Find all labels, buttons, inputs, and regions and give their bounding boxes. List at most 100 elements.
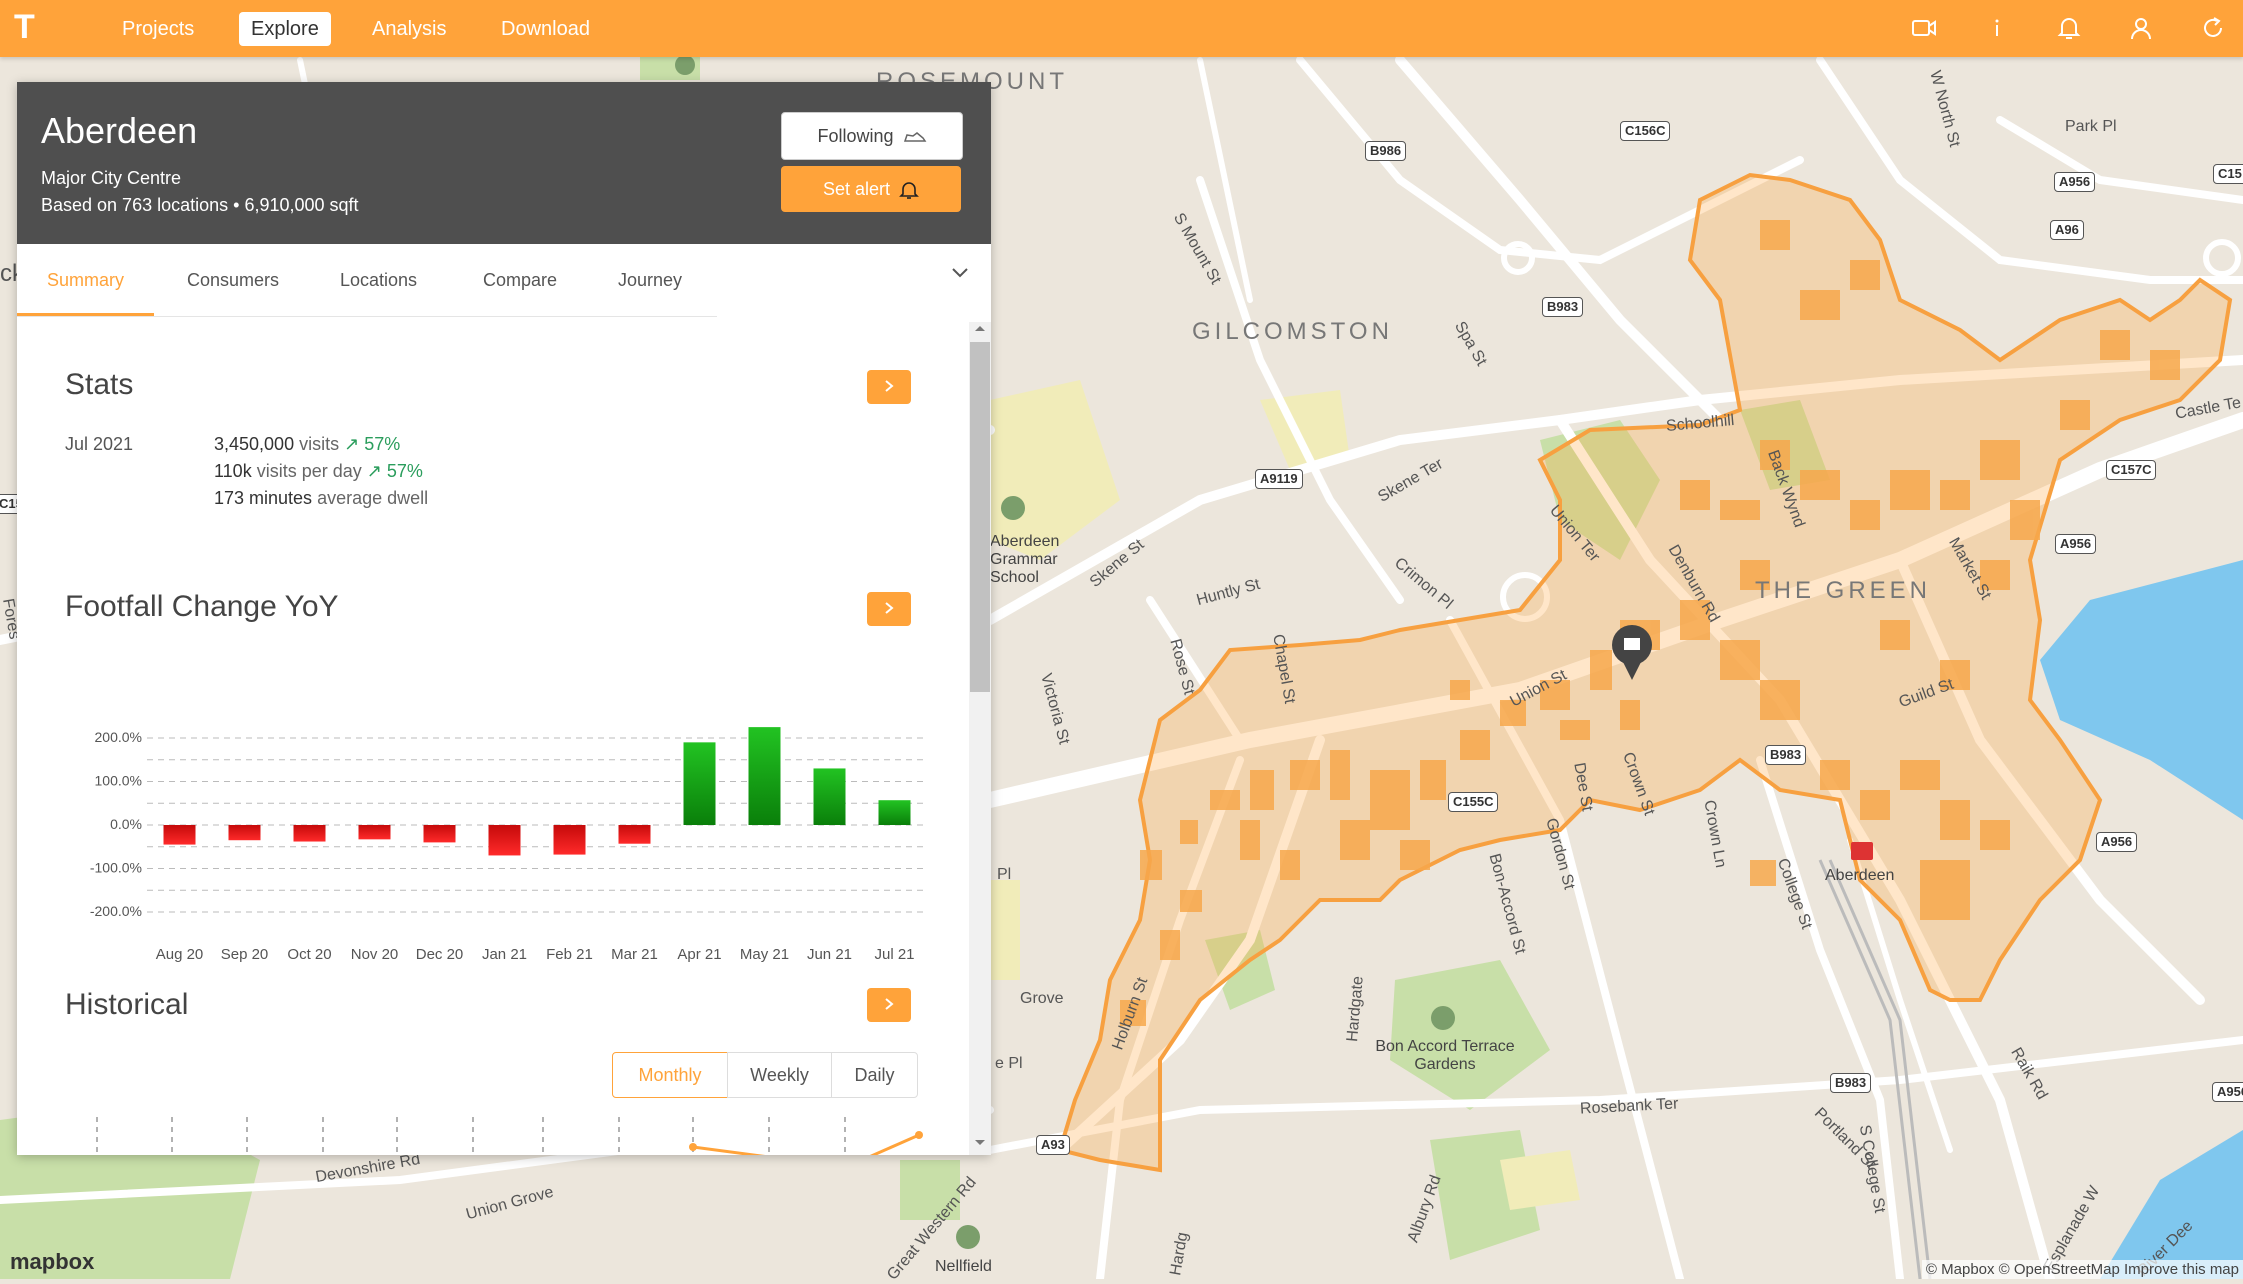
poi-label-gardens: Bon Accord Terrace Gardens [1375, 1038, 1515, 1073]
x-tick-label: Apr 21 [677, 946, 721, 963]
road-shield: A956 [2055, 534, 2097, 554]
bell-icon [899, 182, 919, 200]
bell-icon[interactable] [2055, 14, 2083, 42]
road-shield: A9119 [1255, 469, 1303, 489]
stats-go-button[interactable] [867, 370, 911, 404]
x-tick-label: Aug 20 [156, 946, 204, 963]
nav-projects[interactable]: Projects [110, 12, 206, 46]
y-tick-label: -200.0% [90, 903, 142, 919]
place-title: Aberdeen [41, 110, 198, 151]
road-shield: B983 [1830, 1073, 1872, 1093]
footfall-bar[interactable] [293, 825, 326, 842]
mode-monthly-button[interactable]: Monthly [612, 1052, 728, 1098]
per-day-label: visits per day [256, 461, 362, 481]
x-tick-label: Dec 20 [416, 946, 464, 963]
nav-analysis[interactable]: Analysis [360, 12, 458, 46]
map-attribution[interactable]: © Mapbox © OpenStreetMap Improve this ma… [1921, 1260, 2243, 1279]
info-icon[interactable] [1983, 14, 2011, 42]
footfall-bar[interactable] [748, 727, 781, 825]
x-tick-label: Oct 20 [287, 946, 331, 963]
place-basis: Based on 763 locations • 6,910,000 sqft [41, 195, 359, 215]
scrollbar-thumb[interactable] [970, 342, 990, 692]
stat-dwell: 173 minutes average dwell [214, 488, 428, 509]
poi-label-school: Aberdeen Grammar School [990, 533, 1060, 586]
footfall-bar[interactable] [358, 825, 391, 840]
per-day-value: 110k [214, 461, 252, 481]
stats-date: Jul 2021 [65, 434, 134, 454]
footfall-bar[interactable] [423, 825, 456, 843]
scroll-down-icon[interactable] [972, 1137, 988, 1149]
stat-visits: 3,450,000 visits ↗ 57% [214, 434, 400, 455]
dwell-label: average dwell [317, 488, 429, 508]
road-shield: B983 [1542, 297, 1584, 317]
footfall-go-button[interactable] [867, 592, 911, 626]
x-tick-label: Nov 20 [351, 946, 399, 963]
footfall-bar[interactable] [163, 825, 196, 845]
app-logo[interactable]: T [14, 8, 35, 47]
x-tick-label: Jun 21 [807, 946, 852, 963]
set-alert-button[interactable]: Set alert [781, 166, 961, 212]
user-icon[interactable] [2127, 14, 2155, 42]
footfall-chart: 200.0% 100.0% 0.0% -100.0% -200.0% Aug 20 Sep … [90, 727, 927, 963]
road-shield: C156C [1620, 121, 1671, 141]
district-label-gilcomston: GILCOMSTON [1192, 318, 1393, 345]
footfall-bar[interactable] [228, 825, 261, 841]
dwell-value: 173 minutes [214, 488, 313, 508]
chevron-down-icon[interactable] [948, 260, 972, 284]
visits-value: 3,450,000 [214, 434, 295, 454]
historical-chart [96, 1117, 923, 1155]
x-tick-label: Feb 21 [546, 946, 593, 963]
refresh-icon[interactable] [2199, 14, 2227, 42]
road-shield: C155C [1448, 792, 1499, 812]
y-tick-label: 0.0% [110, 816, 142, 832]
y-tick-label: 100.0% [95, 773, 142, 789]
footfall-bar[interactable] [553, 825, 586, 855]
stats-title: Stats [65, 368, 134, 401]
place-subtitle: Major City Centre [41, 168, 182, 188]
video-icon[interactable] [1910, 14, 1938, 42]
top-navigation-bar: T Projects Explore Analysis Download [0, 0, 2243, 57]
following-button[interactable]: Following [781, 112, 963, 160]
panel-header: Aberdeen Major City Centre Based on 763 … [17, 82, 991, 244]
street-label: e Pl [995, 1055, 1023, 1072]
historical-title: Historical [65, 988, 189, 1021]
street-label: Park Pl [2065, 118, 2117, 135]
chevron-right-icon [885, 602, 894, 614]
footfall-bar[interactable] [813, 768, 846, 825]
per-day-change: ↗ 57% [366, 461, 423, 481]
footfall-bar[interactable] [488, 825, 521, 856]
historical-go-button[interactable] [867, 988, 911, 1022]
scroll-up-icon[interactable] [972, 322, 988, 334]
x-tick-label: Jan 21 [482, 946, 527, 963]
district-label-the-green: THE GREEN [1755, 577, 1932, 604]
tab-journey[interactable]: Journey [588, 244, 712, 316]
x-tick-label: Mar 21 [611, 946, 658, 963]
street-label: Pl [997, 866, 1012, 883]
tab-consumers[interactable]: Consumers [157, 244, 309, 316]
mode-daily-button[interactable]: Daily [831, 1052, 918, 1098]
tab-summary[interactable]: Summary [17, 244, 155, 316]
footfall-bar[interactable] [683, 742, 716, 825]
poi-label-nellfield: Nellfield [935, 1258, 992, 1275]
visits-label: visits [299, 434, 340, 454]
panel-tabs: Summary Consumers Locations Compare Jour… [17, 244, 717, 317]
nav-explore[interactable]: Explore [239, 12, 331, 46]
mapbox-logo[interactable]: mapbox [10, 1249, 94, 1275]
road-shield: A93 [1036, 1135, 1070, 1155]
tab-locations[interactable]: Locations [310, 244, 447, 316]
following-label: Following [817, 126, 894, 146]
location-panel: Aberdeen Major City Centre Based on 763 … [17, 82, 991, 1155]
nav-download[interactable]: Download [489, 12, 602, 46]
sneaker-icon [903, 132, 926, 142]
road-shield: A956 [2096, 832, 2138, 852]
y-tick-label: 200.0% [95, 729, 142, 745]
mode-weekly-button[interactable]: Weekly [727, 1052, 832, 1098]
stat-per-day: 110k visits per day ↗ 57% [214, 461, 423, 482]
footfall-bar[interactable] [878, 800, 911, 825]
footfall-bar[interactable] [618, 825, 651, 844]
road-shield: B983 [1765, 745, 1807, 765]
y-tick-label: -100.0% [90, 860, 142, 876]
street-label: Grove [1020, 990, 1064, 1007]
tab-compare[interactable]: Compare [453, 244, 587, 316]
road-shield: C157C [2106, 460, 2157, 480]
